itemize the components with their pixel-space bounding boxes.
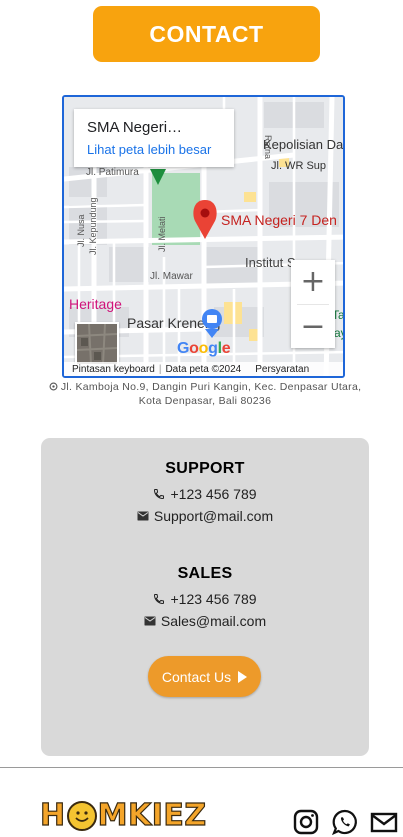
smiley-face-icon	[66, 800, 97, 831]
label-melati: Jl. Melati	[157, 216, 167, 252]
label-ray: ay	[334, 326, 345, 340]
keyboard-shortcuts-link[interactable]: Pintasan keyboard	[72, 364, 155, 375]
support-email[interactable]: Support@mail.com	[154, 508, 273, 524]
contact-title-banner: CONTACT	[93, 6, 320, 62]
sales-email-row: Sales@mail.com	[41, 613, 369, 629]
sales-section: SALES +123 456 789 Sales@mail.com	[41, 565, 369, 629]
map-attribution-bar: Pintasan keyboard | Data peta ©2024 Pers…	[64, 362, 343, 376]
support-email-row: Support@mail.com	[41, 508, 369, 524]
label-kepundung: Jl. Kepundung	[88, 197, 98, 255]
phone-icon	[154, 594, 165, 605]
brand-letter-h: H	[39, 797, 66, 833]
marker-label: SMA Negeri 7 Den	[221, 212, 337, 228]
place-info-card: SMA Negeri… Lihat peta lebih besar	[74, 109, 234, 167]
sales-email[interactable]: Sales@mail.com	[161, 613, 266, 629]
label-heritage: Heritage	[69, 296, 122, 312]
support-phone[interactable]: +123 456 789	[170, 486, 256, 502]
place-name: SMA Negeri…	[87, 119, 183, 136]
support-section: SUPPORT +123 456 789 Support@mail.com	[41, 460, 369, 524]
label-patimura: Jl. Patimura	[86, 167, 139, 178]
google-logo-letter: e	[221, 340, 231, 357]
label-ratna: Ratna	[263, 135, 273, 159]
google-logo-letter: o	[198, 340, 209, 357]
footer-divider	[0, 767, 403, 768]
attribution-separator: |	[158, 363, 162, 375]
view-larger-map-link[interactable]: Lihat peta lebih besar	[87, 142, 234, 157]
support-phone-row: +123 456 789	[41, 486, 369, 502]
zoom-controls: + −	[291, 260, 335, 348]
map-data-text: Data peta ©2024	[165, 363, 242, 375]
location-pin-icon	[49, 382, 58, 391]
sales-phone-row: +123 456 789	[41, 591, 369, 607]
google-logo-letter: g	[208, 340, 218, 357]
address-line-1: Jl. Kamboja No.9, Dangin Puri Kangin, Ke…	[40, 380, 370, 394]
terms-link[interactable]: Persyaratan	[255, 364, 309, 375]
phone-icon	[154, 489, 165, 500]
play-arrow-icon	[238, 670, 248, 683]
satellite-toggle-button[interactable]	[75, 322, 119, 366]
contact-info-card: SUPPORT +123 456 789 Support@mail.com SA…	[41, 438, 369, 756]
support-heading: SUPPORT	[165, 460, 245, 477]
brand-logo[interactable]: H MKIEZ	[39, 797, 207, 833]
label-mawar: Jl. Mawar	[150, 271, 193, 282]
brand-letters: MKIEZ	[97, 797, 207, 833]
label-wr-sup: Jl. WR Sup	[271, 160, 326, 172]
satellite-preview-icon	[77, 324, 117, 364]
sales-heading: SALES	[177, 565, 233, 582]
label-kepolisian: Kepolisian Daera	[263, 137, 345, 152]
whatsapp-icon[interactable]	[331, 808, 359, 836]
mail-icon[interactable]	[370, 808, 398, 836]
google-logo-letter: G	[177, 340, 190, 357]
label-nusa: Jl. Nusa	[76, 214, 86, 247]
address-text-1: Jl. Kamboja No.9, Dangin Puri Kangin, Ke…	[60, 381, 362, 393]
email-icon	[137, 511, 149, 521]
zoom-out-button[interactable]: −	[291, 305, 335, 349]
address-block: Jl. Kamboja No.9, Dangin Puri Kangin, Ke…	[40, 380, 370, 408]
google-logo-letter: o	[189, 340, 199, 357]
zoom-in-button[interactable]: +	[291, 260, 335, 304]
google-logo: Google	[177, 340, 231, 358]
smiley-features-icon	[74, 810, 89, 822]
page-title: CONTACT	[149, 20, 264, 47]
contact-us-label: Contact Us	[161, 668, 232, 685]
contact-us-button[interactable]: Contact Us	[148, 656, 261, 697]
email-icon	[144, 616, 156, 626]
map-embed[interactable]: Jl. Patimura Jl. Mawar Institut Se Kepol…	[62, 95, 345, 378]
instagram-icon[interactable]	[292, 808, 320, 836]
sales-phone[interactable]: +123 456 789	[170, 591, 256, 607]
address-line-2: Kota Denpasar, Bali 80236	[138, 395, 272, 407]
